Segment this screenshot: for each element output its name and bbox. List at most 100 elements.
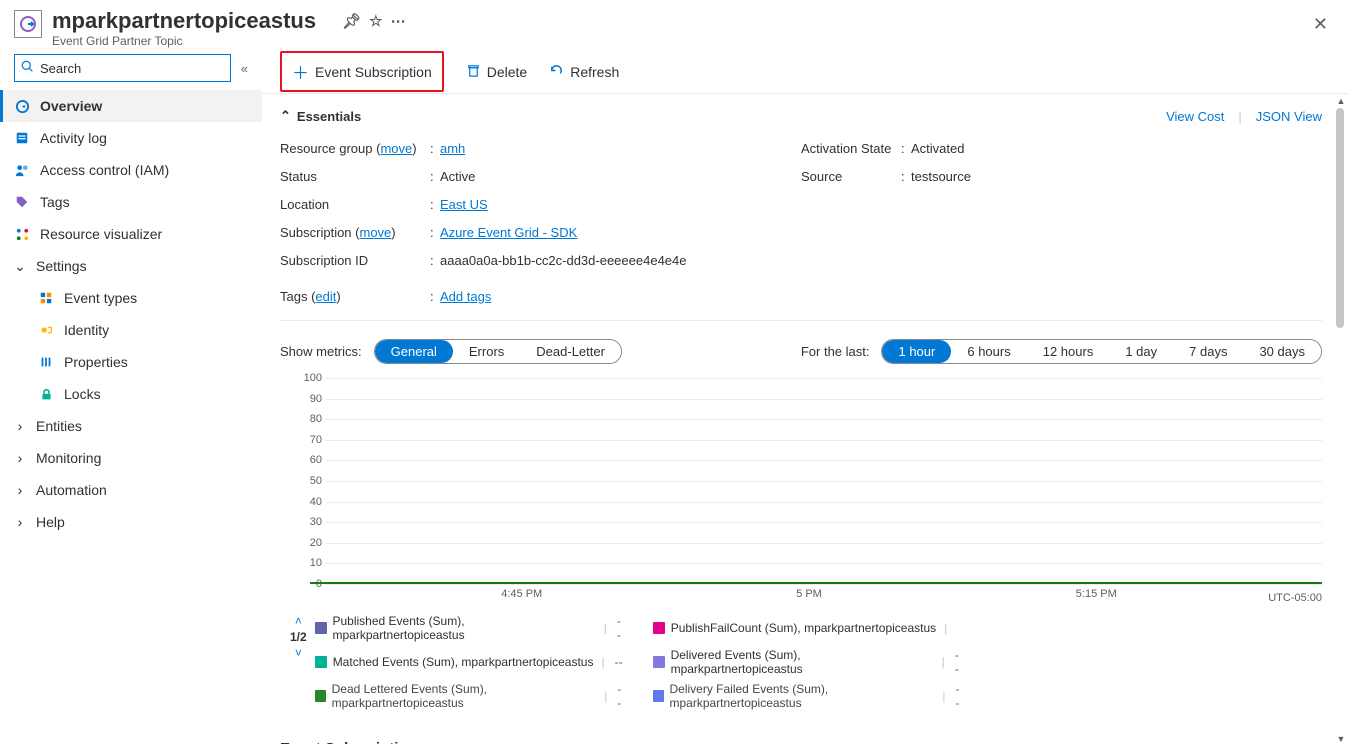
location-link[interactable]: East US [440, 197, 488, 212]
sidebar-group-help[interactable]: › Help [0, 506, 262, 538]
scroll-down-icon[interactable]: ▼ [1336, 734, 1346, 744]
legend-swatch [315, 622, 327, 634]
range-1day[interactable]: 1 day [1109, 340, 1173, 363]
sidebar-item-activity-log[interactable]: Activity log [0, 122, 262, 154]
gridline: 50 [326, 481, 1322, 482]
event-subscriptions-heading: Event Subscriptions [280, 710, 1322, 744]
sidebar-item-event-types[interactable]: Event types [0, 282, 262, 314]
collapse-sidebar-icon[interactable]: « [241, 61, 248, 76]
access-control-icon [14, 162, 30, 178]
essentials-grid: Resource group (move) : amh Status : Act… [280, 130, 1322, 284]
favorite-icon[interactable]: ☆ [369, 12, 382, 30]
scroll-thumb[interactable] [1336, 108, 1344, 328]
sidebar: Search « Overview Activity log Access co… [0, 50, 262, 744]
legend-swatch [653, 690, 664, 702]
activity-log-icon [14, 130, 30, 146]
gridline: 60 [326, 460, 1322, 461]
essentials-toggle[interactable]: ⌃ Essentials [280, 108, 361, 124]
content-area: ＋ Event Subscription Delete Refresh ⌃ Es… [262, 50, 1348, 744]
gridline: 70 [326, 440, 1322, 441]
scrollbar[interactable]: ▲ ▼ [1336, 108, 1346, 744]
sidebar-item-tags[interactable]: Tags [0, 186, 262, 218]
move-sub-link[interactable]: move [360, 225, 392, 240]
add-tags-link[interactable]: Add tags [440, 289, 491, 304]
range-12hours[interactable]: 12 hours [1027, 340, 1110, 363]
sidebar-group-monitoring[interactable]: › Monitoring [0, 442, 262, 474]
visualizer-icon [14, 226, 30, 242]
chevron-right-icon: › [14, 418, 26, 434]
view-cost-link[interactable]: View Cost [1166, 109, 1224, 124]
sidebar-group-entities[interactable]: › Entities [0, 410, 262, 442]
json-view-link[interactable]: JSON View [1256, 109, 1322, 124]
sidebar-item-properties[interactable]: Properties [0, 346, 262, 378]
gridline: 30 [326, 522, 1322, 523]
source-value: testsource [911, 169, 1322, 184]
sidebar-group-automation[interactable]: › Automation [0, 474, 262, 506]
legend-swatch [315, 690, 326, 702]
sidebar-group-settings[interactable]: ⌄ Settings [0, 250, 262, 282]
event-types-icon [38, 290, 54, 306]
properties-icon [38, 354, 54, 370]
refresh-icon [549, 63, 564, 81]
sidebar-item-resource-visualizer[interactable]: Resource visualizer [0, 218, 262, 250]
sidebar-item-identity[interactable]: Identity [0, 314, 262, 346]
gridline: 10 [326, 563, 1322, 564]
delete-icon [466, 63, 481, 81]
header-title-block: mparkpartnertopiceastus 📌︎ ☆ ⋯ Event Gri… [52, 8, 1334, 48]
subscription-link[interactable]: Azure Event Grid - SDK [440, 225, 577, 240]
legend-item[interactable]: PublishFailCount (Sum), mparkpartnertopi… [653, 614, 963, 642]
legend-item[interactable]: Dead Lettered Events (Sum), mparkpartner… [315, 682, 625, 710]
sidebar-item-access-control[interactable]: Access control (IAM) [0, 154, 262, 186]
close-icon[interactable]: ✕ [1313, 14, 1328, 35]
for-last-label: For the last: [801, 344, 870, 359]
page-title: mparkpartnertopiceastus [52, 8, 316, 34]
refresh-button[interactable]: Refresh [549, 63, 619, 81]
topic-icon [14, 10, 42, 38]
legend-swatch [653, 656, 665, 668]
sidebar-item-overview[interactable]: Overview [0, 90, 262, 122]
gridline: 40 [326, 502, 1322, 503]
legend-item[interactable]: Delivery Failed Events (Sum), mparkpartn… [653, 682, 963, 710]
metrics-tab-deadletter[interactable]: Dead-Letter [520, 340, 621, 363]
chevron-right-icon: › [14, 482, 26, 498]
range-1hour[interactable]: 1 hour [882, 340, 951, 363]
metrics-chart[interactable]: 1009080706050403020100 4:45 PM5 PM5:15 P… [296, 378, 1322, 608]
range-7days[interactable]: 7 days [1173, 340, 1243, 363]
tags-icon [14, 194, 30, 210]
metrics-tab-errors[interactable]: Errors [453, 340, 520, 363]
resource-group-link[interactable]: amh [440, 141, 465, 156]
range-30days[interactable]: 30 days [1243, 340, 1321, 363]
status-value: Active [440, 169, 801, 184]
subscription-id-value: aaaa0a0a-bb1b-cc2c-dd3d-eeeeee4e4e4e [440, 253, 801, 268]
chevron-up-icon: ⌃ [280, 108, 291, 124]
legend-item[interactable]: Published Events (Sum), mparkpartnertopi… [315, 614, 625, 642]
legend-swatch [653, 622, 665, 634]
overview-icon [14, 98, 30, 114]
legend-prev-icon[interactable]: ˄ [295, 614, 302, 628]
activation-state-value: Activated [911, 141, 1322, 156]
legend-page: 1/2 [290, 630, 307, 644]
delete-button[interactable]: Delete [466, 63, 527, 81]
pin-icon[interactable]: 📌︎ [342, 12, 361, 30]
chart-legend: ˄ 1/2 ˅ Published Events (Sum), mparkpar… [280, 608, 1322, 710]
chart-timezone: UTC-05:00 [1268, 592, 1322, 604]
gridline: 100 [326, 378, 1322, 379]
event-subscription-button[interactable]: ＋ Event Subscription [280, 51, 444, 92]
legend-item[interactable]: Delivered Events (Sum), mparkpartnertopi… [653, 648, 963, 676]
legend-next-icon[interactable]: ˅ [295, 646, 302, 660]
more-icon[interactable]: ⋯ [391, 12, 406, 30]
search-input[interactable]: Search [14, 54, 231, 82]
range-6hours[interactable]: 6 hours [951, 340, 1026, 363]
legend-item[interactable]: Matched Events (Sum), mparkpartnertopice… [315, 648, 625, 676]
scroll-up-icon[interactable]: ▲ [1336, 96, 1346, 106]
sidebar-item-locks[interactable]: Locks [0, 378, 262, 410]
move-rg-link[interactable]: move [380, 141, 412, 156]
identity-icon [38, 322, 54, 338]
legend-swatch [315, 656, 327, 668]
edit-tags-link[interactable]: edit [315, 289, 336, 304]
gridline: 0 [326, 584, 1322, 585]
search-icon [21, 60, 34, 76]
show-metrics-label: Show metrics: [280, 344, 362, 359]
page-header: mparkpartnertopiceastus 📌︎ ☆ ⋯ Event Gri… [0, 0, 1348, 50]
metrics-tab-general[interactable]: General [375, 340, 453, 363]
